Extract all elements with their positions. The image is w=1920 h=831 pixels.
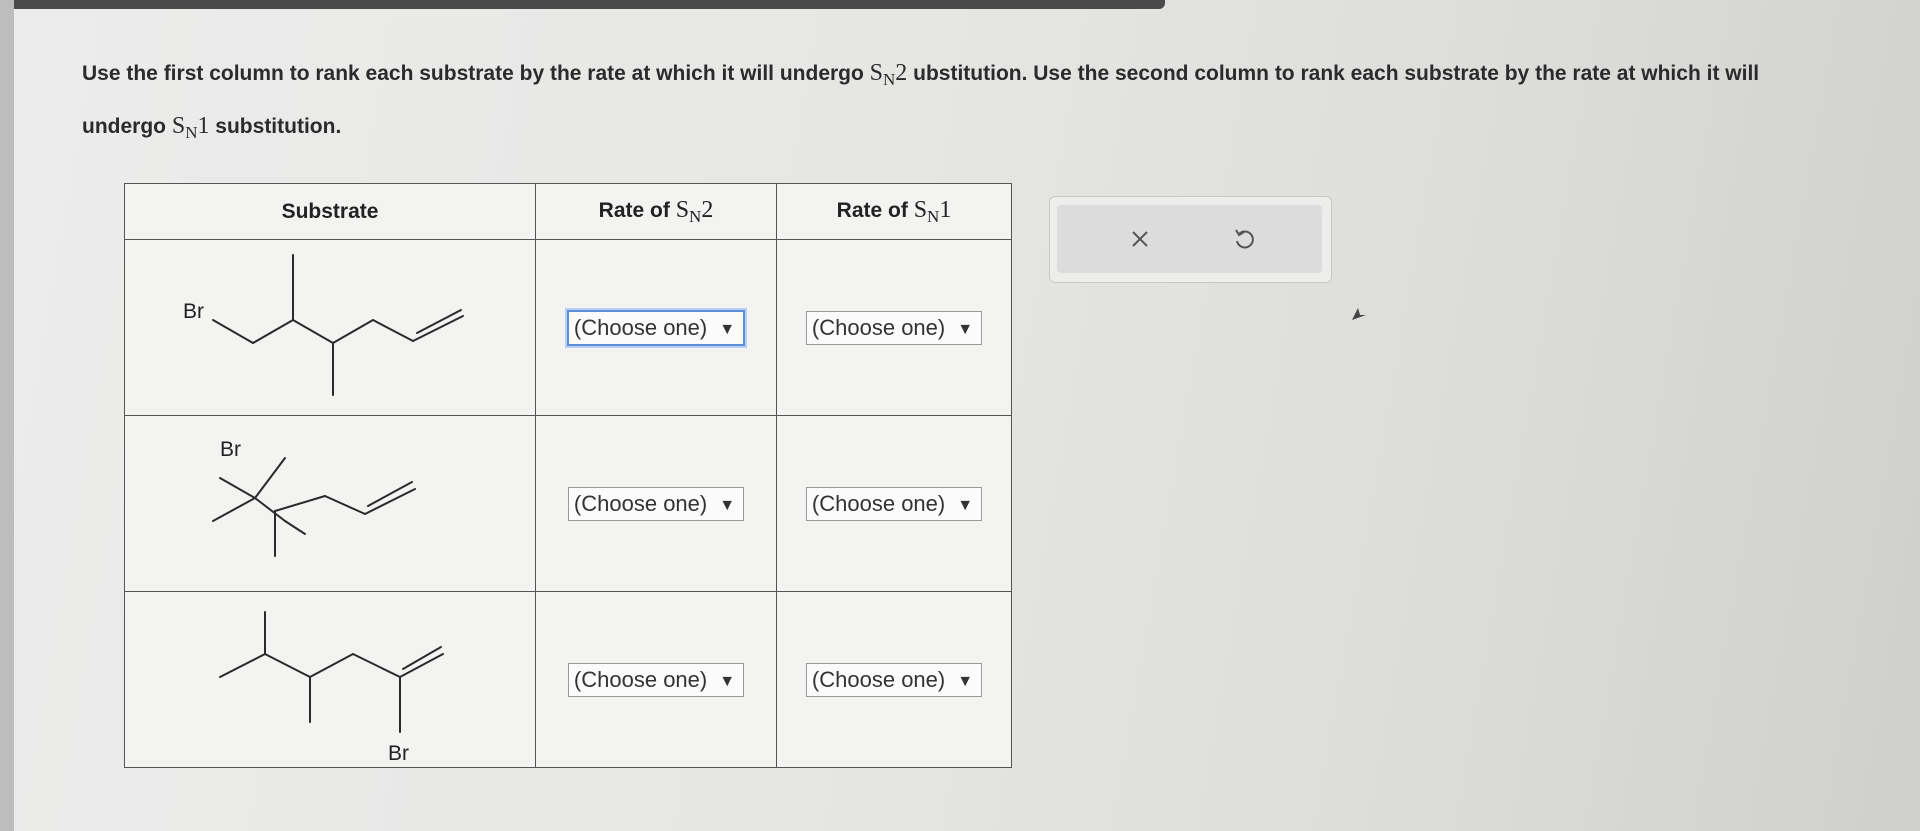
molecule-2-diagram: Br (212, 438, 416, 557)
undo-icon (1235, 229, 1254, 249)
sn1-cell: (Choose one) ▼ (776, 591, 1012, 768)
sn1-rank-dropdown[interactable]: (Choose one) ▼ (805, 662, 983, 697)
sn2-cell: (Choose one) ▼ (535, 591, 777, 768)
sn2-rank-dropdown[interactable]: (Choose one) ▼ (566, 309, 746, 346)
sn2-rank-dropdown[interactable]: (Choose one) ▼ (567, 486, 745, 521)
chevron-down-icon: ▼ (957, 672, 974, 690)
chevron-down-icon: ▼ (719, 672, 736, 690)
toolbox-inner (1057, 205, 1322, 273)
sn1-cell: (Choose one) ▼ (776, 415, 1012, 592)
bromine-label: Br (220, 438, 241, 461)
substrate-structure: Br (124, 239, 536, 416)
sn1-rank-dropdown[interactable]: (Choose one) ▼ (805, 310, 983, 345)
sn2-cell: (Choose one) ▼ (535, 239, 777, 416)
chevron-down-icon: ▼ (719, 496, 736, 514)
x-icon (1132, 231, 1148, 247)
chevron-down-icon: ▼ (719, 320, 736, 338)
sn1-cell: (Choose one) ▼ (776, 239, 1012, 416)
mouse-pointer-icon (1352, 308, 1366, 320)
sn1-rank-dropdown[interactable]: (Choose one) ▼ (805, 486, 983, 521)
undo-button[interactable] (1224, 221, 1264, 257)
table-row: Br (Choose one) ▼ (Choose one) ▼ (124, 415, 1012, 592)
molecule-3-diagram: Br (219, 611, 444, 765)
chevron-down-icon: ▼ (957, 320, 974, 338)
sn1-notation: SN1 (171, 113, 210, 142)
bromine-label: Br (388, 742, 409, 762)
header-rate-sn1: Rate of SN1 (776, 183, 1012, 240)
substrate-structure: Br (124, 591, 536, 768)
header-substrate: Substrate (124, 183, 536, 240)
question-part-1: Use the first column to rank each substr… (82, 62, 870, 85)
chevron-down-icon: ▼ (957, 496, 974, 514)
substrate-structure: Br (124, 415, 536, 592)
table-row: Br (Choose one) ▼ (Choose one) ▼ (124, 239, 1012, 416)
answer-toolbox (1049, 196, 1332, 283)
top-bar (0, 0, 1165, 9)
sn2-rank-dropdown[interactable]: (Choose one) ▼ (567, 662, 745, 697)
sn2-cell: (Choose one) ▼ (535, 415, 777, 592)
question-text: Use the first column to rank each substr… (82, 50, 1842, 156)
ranking-table: Substrate Rate of SN2 Rate of SN1 Br (Ch… (124, 183, 1012, 768)
molecule-1-diagram: Br (183, 254, 464, 396)
header-row: Substrate Rate of SN2 Rate of SN1 (124, 183, 1012, 240)
left-edge (0, 0, 14, 831)
table-row: Br (Choose one) ▼ (Choose one) ▼ (124, 591, 1012, 768)
bromine-label: Br (183, 300, 204, 323)
header-rate-sn2: Rate of SN2 (535, 183, 777, 240)
question-part-3: substitution. (209, 115, 342, 138)
clear-button[interactable] (1120, 221, 1160, 257)
sn2-notation: SN2 (869, 60, 908, 89)
